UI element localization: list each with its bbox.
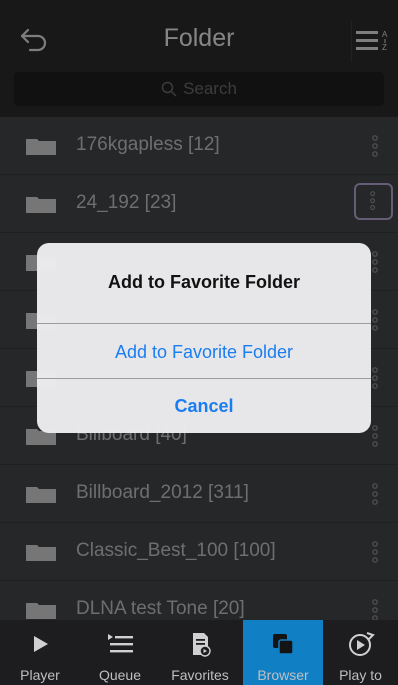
cancel-button[interactable]: Cancel xyxy=(37,380,371,432)
browser-icon xyxy=(273,634,294,655)
tab-play-to[interactable]: Play to xyxy=(323,620,398,685)
favorites-icon xyxy=(193,633,211,657)
tab-player[interactable]: Player xyxy=(0,620,80,685)
tab-label: Play to xyxy=(339,667,382,683)
tab-browser[interactable]: Browser xyxy=(243,620,323,685)
tab-favorites[interactable]: Favorites xyxy=(160,620,240,685)
tab-label: Queue xyxy=(98,667,142,683)
divider xyxy=(37,323,371,324)
tab-label: Player xyxy=(20,667,60,683)
dialog-title: Add to Favorite Folder xyxy=(107,272,300,292)
play-icon xyxy=(34,636,48,652)
tab-label: Favorites xyxy=(171,667,229,683)
bottom-tab-bar: Player Queue Favorites Browser Play to xyxy=(0,620,398,685)
favorite-dialog: Add to Favorite Folder Add to Favorite F… xyxy=(37,243,371,433)
queue-icon xyxy=(108,634,133,653)
play-to-icon xyxy=(348,632,375,656)
add-to-favorite-button[interactable]: Add to Favorite Folder xyxy=(37,325,371,379)
tab-queue[interactable]: Queue xyxy=(80,620,160,685)
divider xyxy=(37,378,371,379)
tab-label: Browser xyxy=(257,667,309,683)
